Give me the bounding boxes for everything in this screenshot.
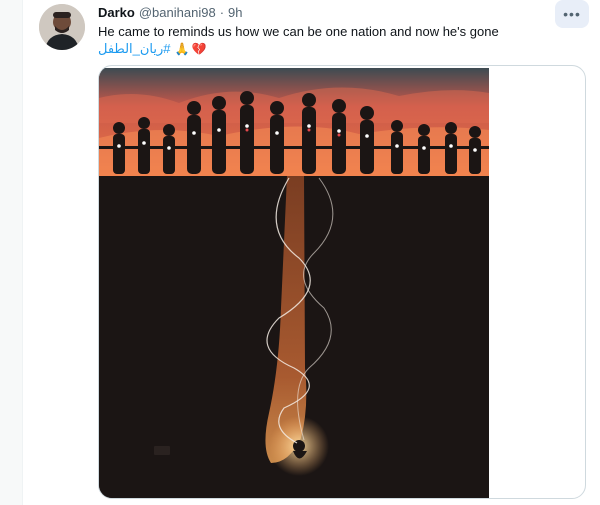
illustration-image bbox=[99, 68, 489, 498]
tweet-image[interactable] bbox=[99, 68, 489, 498]
display-name[interactable]: Darko bbox=[98, 5, 135, 20]
tweet-text: He came to reminds us how we can be one … bbox=[98, 24, 499, 39]
folded-hands-icon: 🙏 bbox=[174, 42, 190, 56]
profile-photo-icon bbox=[39, 4, 85, 50]
more-horizontal-icon: ••• bbox=[563, 6, 581, 22]
user-handle[interactable]: @banihani98 bbox=[139, 5, 216, 20]
tweet-card[interactable]: Darko @banihani98 · 9h ••• He came to re… bbox=[22, 0, 600, 505]
hashtag-link[interactable]: #ريان_الطفل bbox=[98, 41, 171, 57]
tweet-header: Darko @banihani98 · 9h bbox=[98, 5, 243, 23]
separator-dot: · bbox=[219, 5, 225, 20]
timestamp[interactable]: 9h bbox=[228, 5, 242, 20]
more-options-button[interactable]: ••• bbox=[555, 0, 589, 28]
broken-heart-icon: 💔 bbox=[191, 42, 207, 56]
media-card[interactable] bbox=[98, 65, 586, 499]
tweet-hashtag-line: #ريان_الطفل 🙏 💔 bbox=[98, 40, 206, 58]
avatar[interactable] bbox=[39, 4, 85, 50]
